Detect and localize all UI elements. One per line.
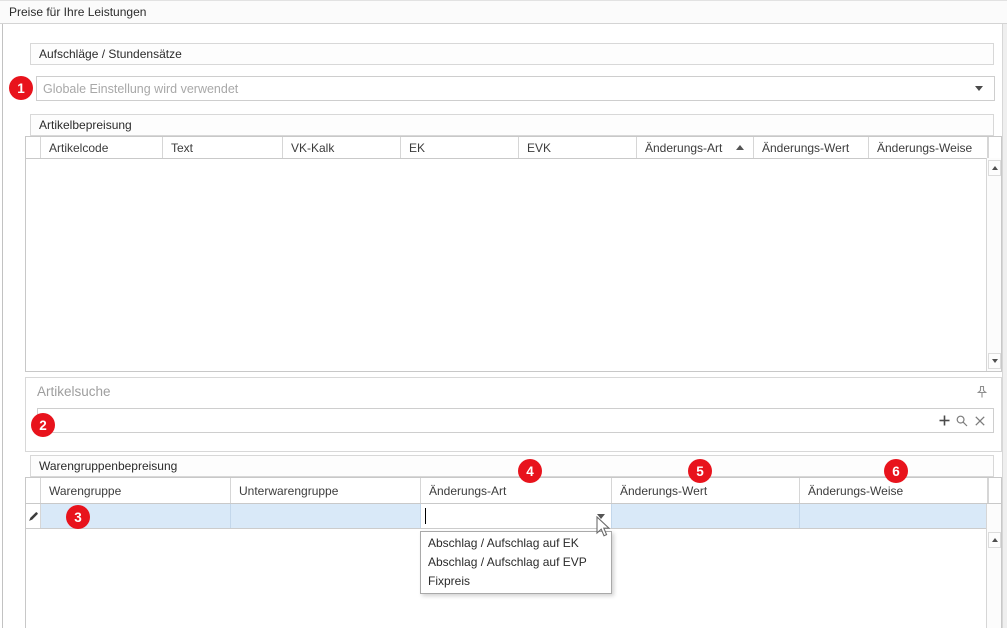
mouse-cursor-icon xyxy=(596,516,610,537)
scroll-down-button[interactable] xyxy=(988,353,1001,369)
column-header-aenderungs-wert[interactable]: Änderungs-Wert xyxy=(754,137,869,158)
article-search-panel: Artikelsuche xyxy=(25,377,1002,452)
scroll-up-icon xyxy=(992,166,998,170)
column-header-text[interactable]: Text xyxy=(163,137,283,158)
section-header-article-search: Artikelsuche xyxy=(37,384,111,399)
vertical-scrollbar[interactable] xyxy=(986,158,1001,371)
pin-icon[interactable] xyxy=(976,385,988,402)
combobox-placeholder: Globale Einstellung wird verwendet xyxy=(37,82,975,96)
section-header-group-pricing: Warengruppenbepreisung xyxy=(30,455,994,477)
dropdown-option-fixpreis[interactable]: Fixpreis xyxy=(421,572,611,591)
page-title: Preise für Ihre Leistungen xyxy=(0,0,1007,24)
row-edit-indicator[interactable] xyxy=(26,504,41,528)
column-header-aenderungs-art[interactable]: Änderungs-Art xyxy=(421,478,612,503)
article-pricing-table: Artikelcode Text VK-Kalk EK EVK Änderung… xyxy=(25,136,1002,372)
group-pricing-table-header: Warengruppe Unterwarengruppe Änderungs-A… xyxy=(26,478,1001,504)
scroll-up-icon xyxy=(992,538,998,542)
global-setting-combobox[interactable]: Globale Einstellung wird verwendet xyxy=(36,76,995,101)
scrollbar-header-cell xyxy=(988,137,1001,158)
panel-left-border xyxy=(2,24,3,628)
scroll-down-icon xyxy=(992,359,998,363)
section-header-article-pricing: Artikelbepreisung xyxy=(30,114,994,136)
annotation-badge-2: 2 xyxy=(31,413,55,437)
search-icon[interactable] xyxy=(953,409,971,432)
column-header-unterwarengruppe[interactable]: Unterwarengruppe xyxy=(231,478,421,503)
annotation-badge-3: 3 xyxy=(66,505,90,529)
add-icon[interactable] xyxy=(935,409,953,432)
chevron-down-icon[interactable] xyxy=(975,86,983,91)
sort-ascending-icon xyxy=(736,145,744,150)
annotation-badge-4: 4 xyxy=(518,459,542,483)
pencil-icon xyxy=(28,511,39,522)
scroll-up-button[interactable] xyxy=(988,532,1001,548)
column-header-ek[interactable]: EK xyxy=(401,137,519,158)
column-header-evk[interactable]: EVK xyxy=(519,137,637,158)
scroll-up-button[interactable] xyxy=(988,160,1001,176)
dropdown-option-ek[interactable]: Abschlag / Aufschlag auf EK xyxy=(421,534,611,553)
row-selector-header-cell xyxy=(26,478,41,503)
annotation-badge-1: 1 xyxy=(9,76,33,100)
column-header-artikelcode[interactable]: Artikelcode xyxy=(41,137,163,158)
annotation-badge-5: 5 xyxy=(688,459,712,483)
column-header-vk-kalk[interactable]: VK-Kalk xyxy=(283,137,401,158)
article-search-box xyxy=(37,408,994,433)
scrollbar-header-cell xyxy=(988,478,1001,503)
right-gutter xyxy=(1002,24,1007,628)
text-caret xyxy=(425,508,426,524)
row-selector-header-cell xyxy=(26,137,41,158)
section-header-surcharges: Aufschläge / Stundensätze xyxy=(30,43,994,65)
article-search-input[interactable] xyxy=(38,409,935,432)
vertical-scrollbar[interactable] xyxy=(986,504,1001,628)
column-header-aenderungs-weise[interactable]: Änderungs-Weise xyxy=(869,137,988,158)
table-row[interactable] xyxy=(26,504,988,529)
column-header-aenderungs-wert[interactable]: Änderungs-Wert xyxy=(612,478,800,503)
aenderungs-art-dropdown-list: Abschlag / Aufschlag auf EK Abschlag / A… xyxy=(420,531,612,594)
cell-aenderungs-wert[interactable] xyxy=(612,504,800,528)
annotation-badge-6: 6 xyxy=(884,459,908,483)
cell-unterwarengruppe[interactable] xyxy=(231,504,421,528)
column-header-label: Änderungs-Art xyxy=(645,141,722,155)
cell-aenderungs-art-editor[interactable] xyxy=(421,504,612,528)
dropdown-option-evp[interactable]: Abschlag / Aufschlag auf EVP xyxy=(421,553,611,572)
column-header-warengruppe[interactable]: Warengruppe xyxy=(41,478,231,503)
column-header-aenderungs-art[interactable]: Änderungs-Art xyxy=(637,137,754,158)
article-pricing-table-header: Artikelcode Text VK-Kalk EK EVK Änderung… xyxy=(26,137,1001,159)
clear-icon[interactable] xyxy=(971,409,989,432)
cell-aenderungs-weise[interactable] xyxy=(800,504,988,528)
